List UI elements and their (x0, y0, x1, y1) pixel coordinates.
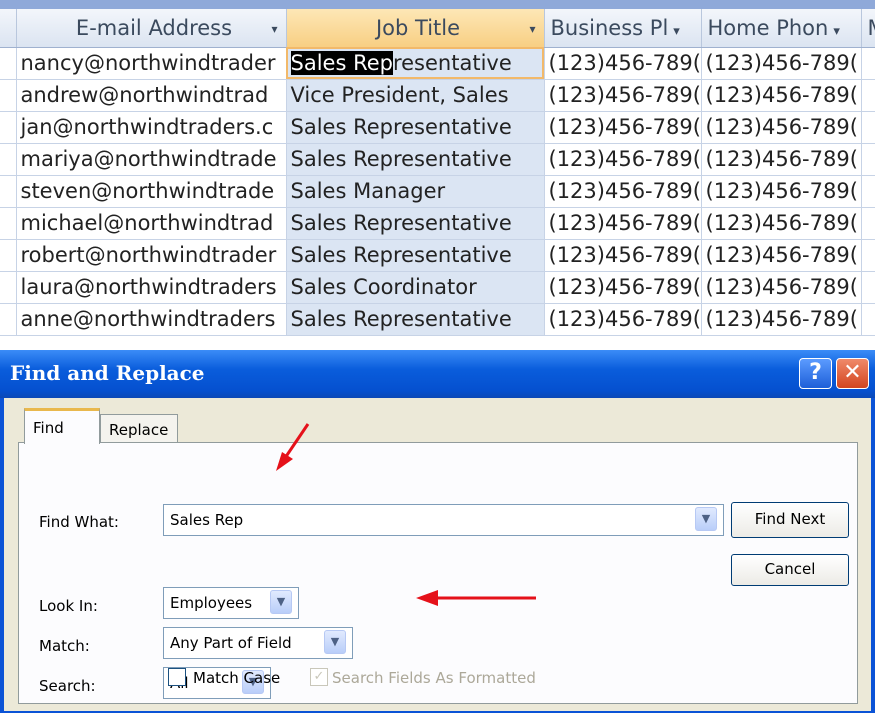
annotation-arrows (276, 423, 536, 606)
arrow-to-find-what-icon (276, 423, 310, 471)
tab-find[interactable]: Find (24, 408, 100, 444)
arrow-to-match-icon (416, 590, 536, 606)
